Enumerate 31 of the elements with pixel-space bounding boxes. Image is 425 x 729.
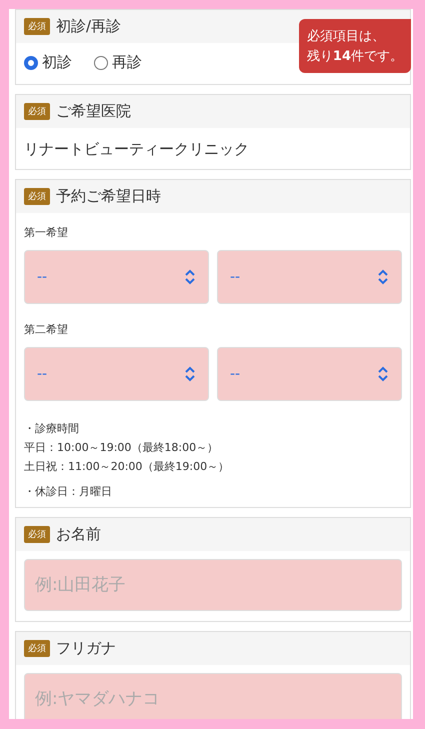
up-down-chevron-icon: [377, 269, 389, 285]
radio-icon[interactable]: [94, 56, 108, 70]
preference-label: 第二希望: [24, 322, 69, 337]
radio-option[interactable]: 再診: [94, 53, 142, 72]
up-down-chevron-icon: [377, 366, 389, 382]
required-badge: 必須: [24, 188, 50, 205]
dropdown-select[interactable]: --: [24, 347, 209, 401]
section-title: 初診/再診: [56, 17, 122, 36]
section-title: お名前: [56, 525, 101, 544]
section-title: 予約ご希望日時: [56, 187, 161, 206]
dropdown-select[interactable]: --: [217, 347, 402, 401]
clinic-name: リナートビューティークリニック: [24, 139, 250, 160]
radio-icon[interactable]: [24, 56, 38, 70]
hours-note: ・休診日：月曜日: [24, 484, 113, 500]
hours-note: 平日：10:00～19:00（最終18:00～）: [24, 440, 220, 456]
input-field[interactable]: 例:ヤマダハナコ: [24, 673, 402, 719]
required-badge: 必須: [24, 103, 50, 120]
hours-note: 土日祝：11:00～20:00（最終19:00～）: [24, 459, 230, 475]
input-field[interactable]: 例:山田花子: [24, 559, 402, 611]
radio-option[interactable]: 初診: [24, 53, 72, 72]
required-badge: 必須: [24, 18, 50, 35]
section-title: ご希望医院: [56, 102, 131, 121]
required-badge: 必須: [24, 640, 50, 657]
hours-note: ・診療時間: [24, 421, 80, 437]
up-down-chevron-icon: [184, 366, 196, 382]
dropdown-select[interactable]: --: [24, 250, 209, 304]
preference-label: 第一希望: [24, 225, 69, 240]
up-down-chevron-icon: [184, 269, 196, 285]
required-badge: 必須: [24, 526, 50, 543]
dropdown-select[interactable]: --: [217, 250, 402, 304]
section-title: フリガナ: [56, 639, 116, 658]
